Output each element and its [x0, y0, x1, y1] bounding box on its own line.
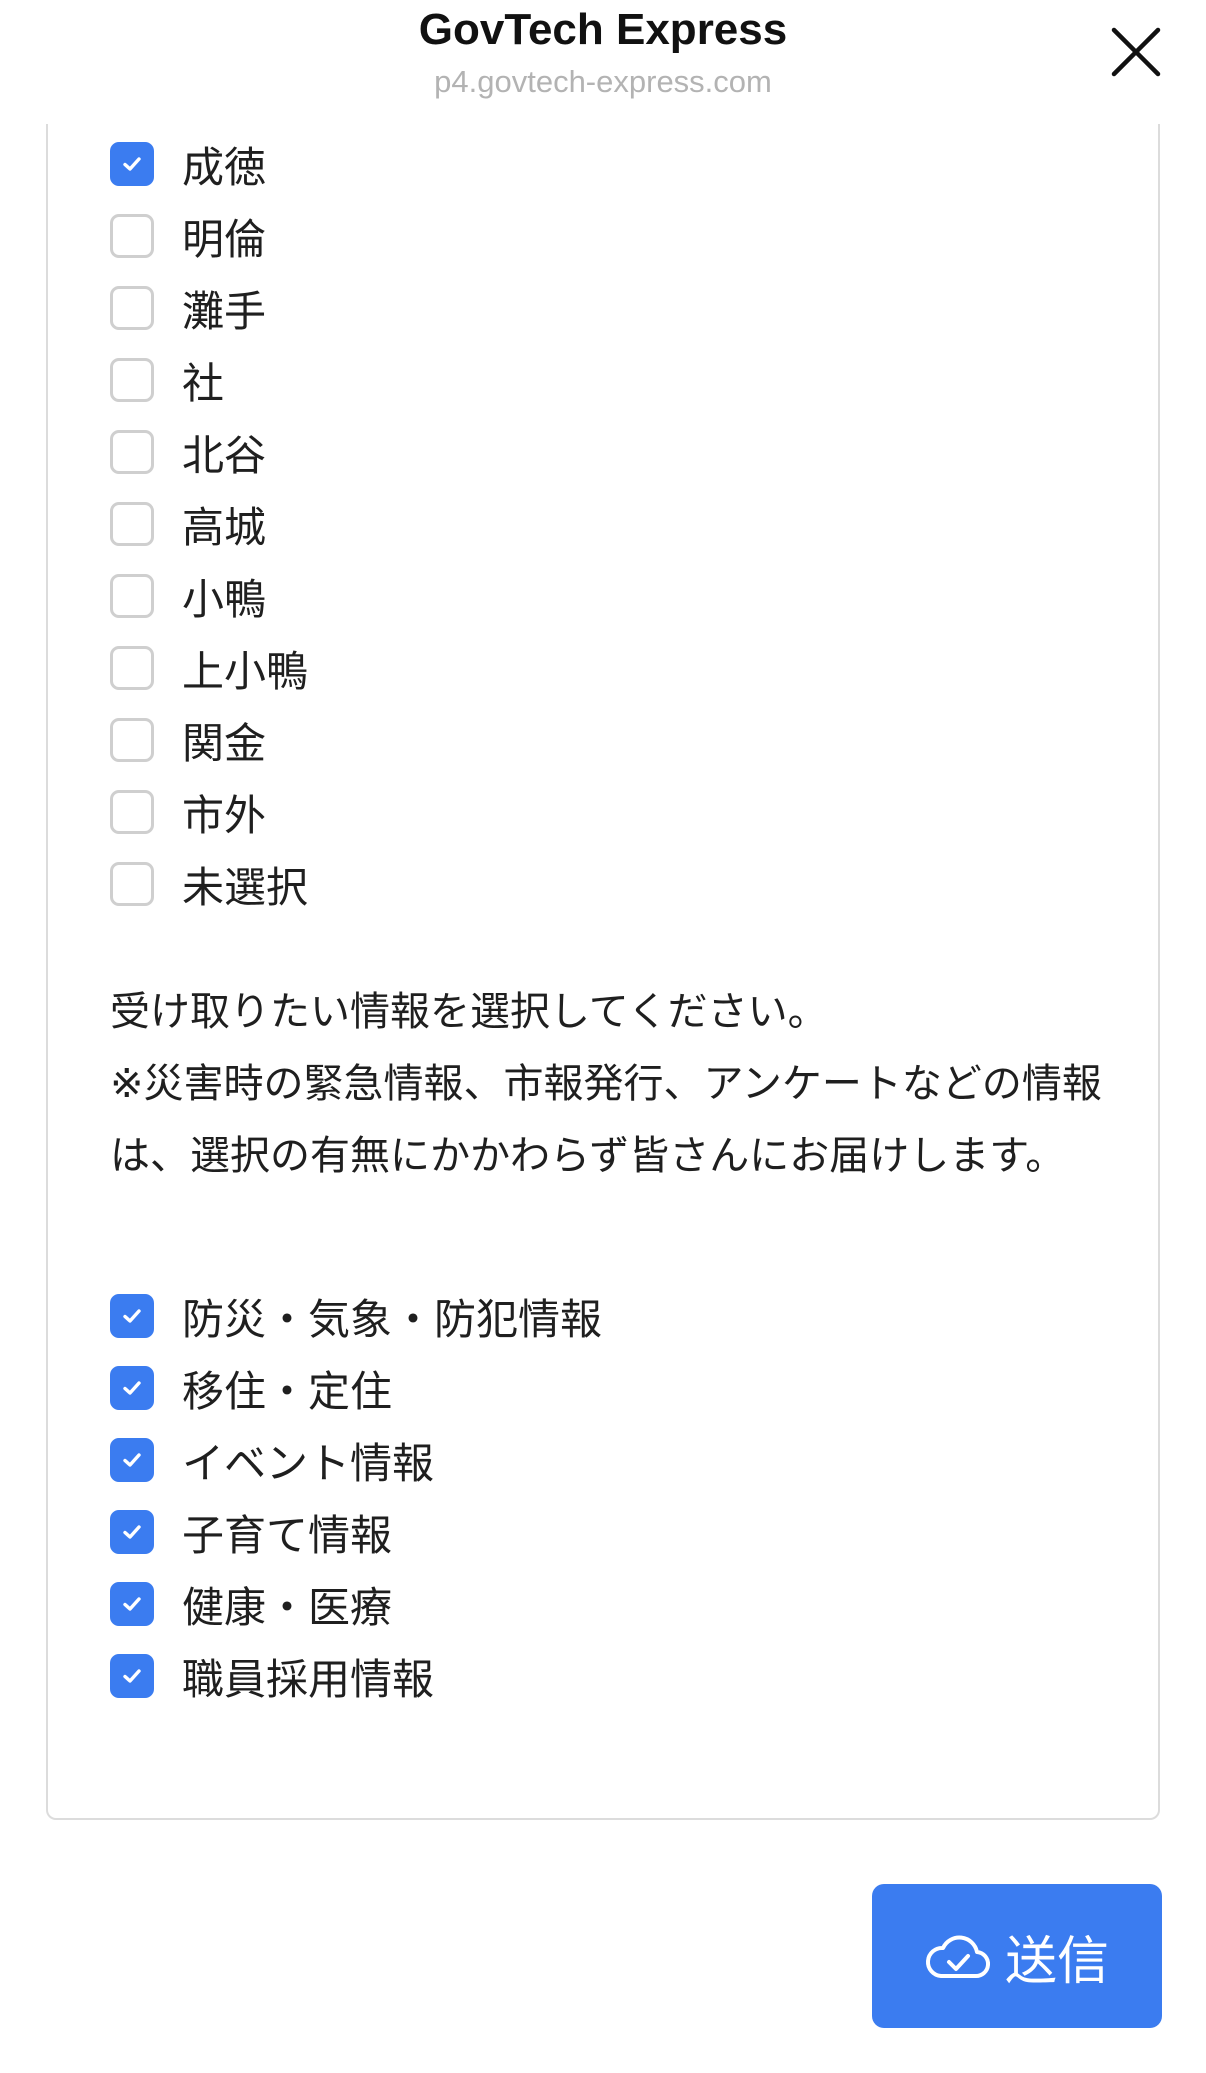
check-icon: [123, 1525, 141, 1539]
district-checkbox-row[interactable]: 灘手: [110, 280, 266, 336]
header-title: GovTech Express: [418, 5, 788, 54]
check-icon: [123, 157, 141, 171]
topic-checkbox-row[interactable]: 健康・医療: [110, 1576, 392, 1632]
topic-checkbox-row[interactable]: 職員採用情報: [110, 1648, 434, 1704]
checkbox[interactable]: [110, 1582, 154, 1626]
instructions-line-1: 受け取りたい情報を選択してください。: [110, 989, 828, 1035]
checkbox[interactable]: [110, 502, 154, 546]
check-icon: [123, 1381, 141, 1395]
checkbox-label: 防災・気象・防犯情報: [182, 1294, 603, 1344]
topic-checkbox-row[interactable]: 移住・定住: [110, 1360, 392, 1416]
checkbox-label: 市外: [182, 790, 267, 840]
close-icon: [1111, 27, 1161, 77]
district-checkbox-row[interactable]: 社: [110, 352, 224, 408]
checkbox[interactable]: [110, 790, 154, 834]
header-url: p4.govtech-express.com: [434, 64, 772, 99]
topic-checkbox-row[interactable]: イベント情報: [110, 1432, 434, 1488]
checkbox[interactable]: [110, 358, 154, 402]
checkbox[interactable]: [110, 430, 154, 474]
district-checkbox-row[interactable]: 未選択: [110, 856, 308, 912]
close-button[interactable]: [1106, 22, 1166, 82]
form-card: 成徳 明倫 灘手 社 北谷 高城 小鴨 上小鴨 関金 市外 未選択 受け取りたい…: [46, 124, 1160, 1820]
checkbox-label: 高城: [182, 502, 267, 552]
checkbox-label: 明倫: [182, 214, 267, 264]
topic-checkbox-row[interactable]: 子育て情報: [110, 1504, 392, 1560]
checkbox[interactable]: [110, 1510, 154, 1554]
checkbox[interactable]: [110, 1438, 154, 1482]
district-checkbox-row[interactable]: 明倫: [110, 208, 266, 264]
topic-checkbox-row[interactable]: 防災・気象・防犯情報: [110, 1288, 602, 1344]
district-checkbox-row[interactable]: 成徳: [110, 136, 266, 192]
checkbox-label: 職員採用情報: [182, 1654, 435, 1704]
checkbox[interactable]: [110, 574, 154, 618]
checkbox-label: 移住・定住: [182, 1366, 393, 1416]
checkbox-label: 灘手: [182, 286, 267, 336]
checkbox[interactable]: [110, 1294, 154, 1338]
checkbox[interactable]: [110, 718, 154, 762]
checkbox[interactable]: [110, 214, 154, 258]
checkbox[interactable]: [110, 1654, 154, 1698]
instructions-text: 受け取りたい情報を選択してください。 ※災害時の緊急情報、市報発行、アンケートな…: [110, 976, 1120, 1192]
check-icon: [123, 1453, 141, 1467]
district-checkbox-row[interactable]: 北谷: [110, 424, 266, 480]
checkbox[interactable]: [110, 142, 154, 186]
checkbox-label: 関金: [182, 718, 267, 768]
district-checkbox-row[interactable]: 小鴨: [110, 568, 266, 624]
checkbox-label: 社: [182, 358, 225, 408]
checkbox-label: 子育て情報: [182, 1510, 393, 1560]
submit-button[interactable]: 送信: [872, 1884, 1162, 2028]
district-checkbox-row[interactable]: 市外: [110, 784, 266, 840]
district-checkbox-row[interactable]: 高城: [110, 496, 266, 552]
checkbox[interactable]: [110, 1366, 154, 1410]
checkbox-label: イベント情報: [182, 1438, 435, 1488]
checkbox-label: 健康・医療: [182, 1582, 393, 1632]
checkbox[interactable]: [110, 862, 154, 906]
checkbox[interactable]: [110, 286, 154, 330]
check-icon: [123, 1597, 141, 1611]
instructions-line-2: ※災害時の緊急情報、市報発行、アンケートなどの情報は、選択の有無にかかわらず皆さ…: [110, 1061, 1102, 1179]
district-checkbox-row[interactable]: 上小鴨: [110, 640, 308, 696]
checkbox-label: 北谷: [182, 430, 267, 480]
check-icon: [123, 1669, 141, 1683]
submit-label: 送信: [1004, 1931, 1109, 1992]
checkbox[interactable]: [110, 646, 154, 690]
district-checkbox-row[interactable]: 関金: [110, 712, 266, 768]
checkbox-label: 上小鴨: [182, 646, 309, 696]
checkbox-label: 未選択: [182, 862, 309, 912]
checkbox-label: 小鴨: [182, 574, 267, 624]
check-icon: [123, 1309, 141, 1323]
checkbox-label: 成徳: [182, 142, 267, 192]
header: GovTech Express p4.govtech-express.com: [0, 0, 1206, 124]
cloud-check-icon: [925, 1935, 990, 1979]
page: GovTech Express p4.govtech-express.com 成…: [0, 0, 1206, 2073]
